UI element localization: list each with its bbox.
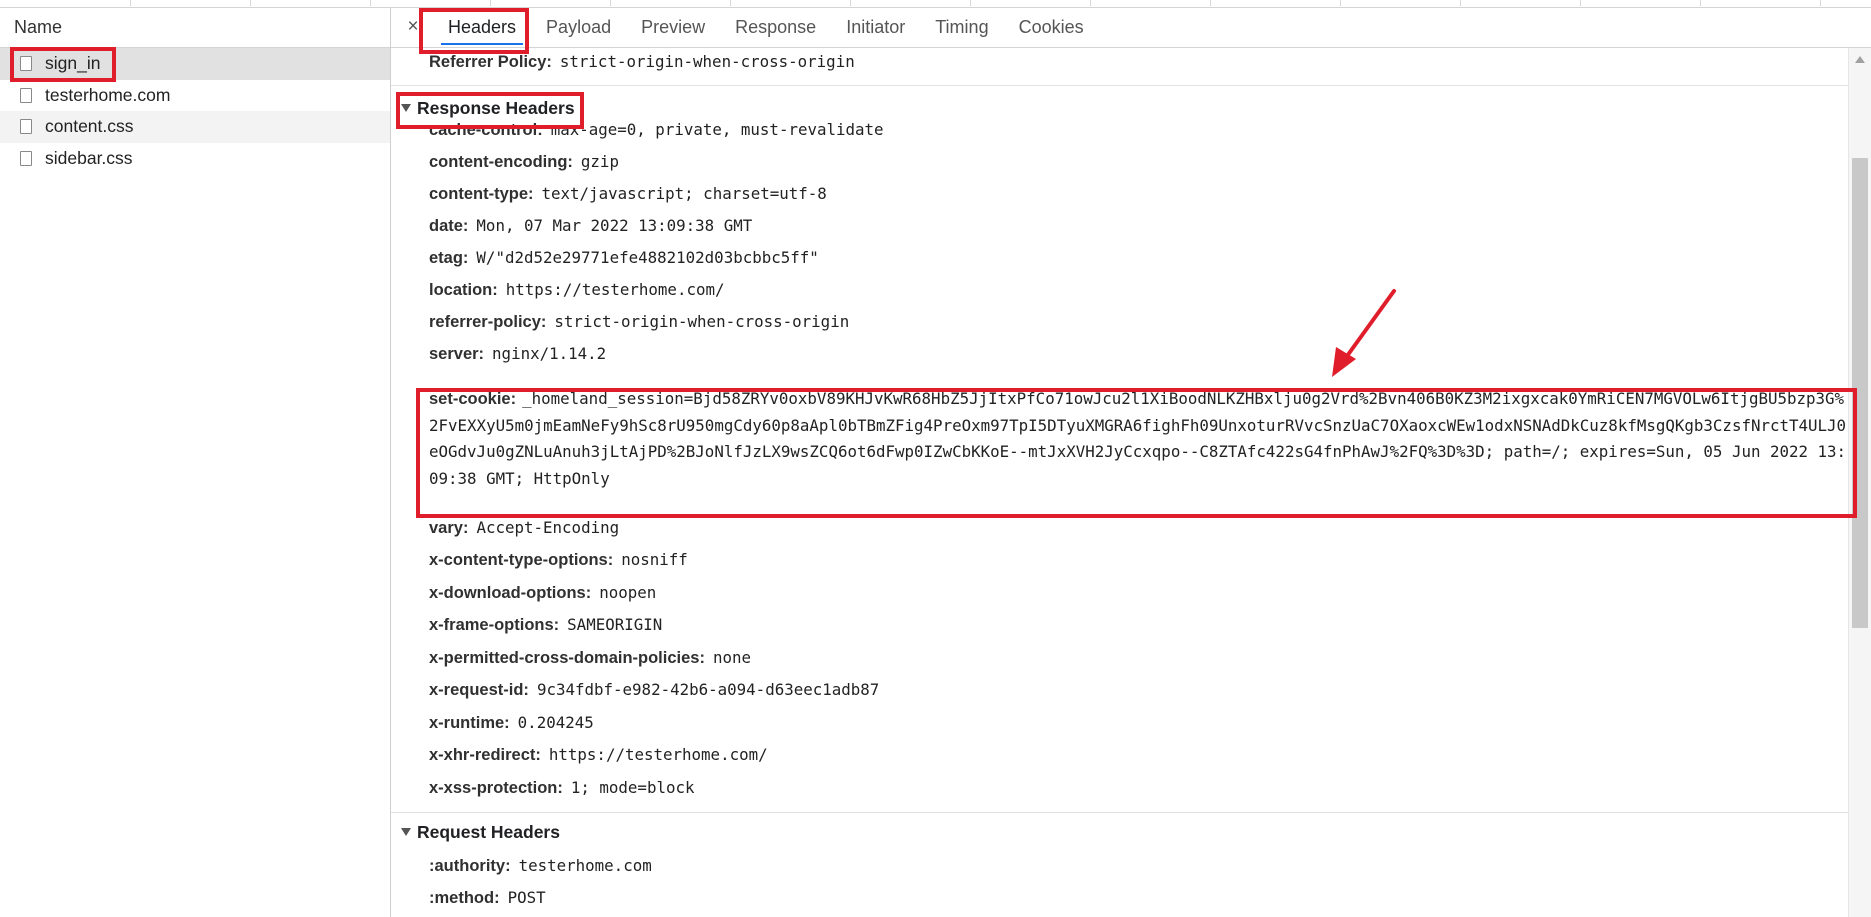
header-value: SAMEORIGIN — [567, 615, 663, 634]
header-key: server: — [429, 345, 485, 363]
request-list-panel: Name sign_in testerhome.com content.css … — [0, 7, 391, 917]
header-value: none — [712, 648, 752, 667]
header-row: x-download-options: noopen — [429, 583, 656, 603]
header-value: max-age=0, private, must-revalidate — [550, 120, 884, 139]
header-value: text/javascript; charset=utf-8 — [541, 184, 827, 203]
annotation-box-sign-in — [10, 47, 116, 82]
annotation-box-headers-tab — [419, 8, 529, 54]
header-value: https://testerhome.com/ — [505, 280, 725, 299]
request-name: testerhome.com — [45, 84, 171, 105]
header-value: gzip — [580, 152, 619, 171]
header-key: x-frame-options: — [429, 616, 560, 634]
header-key: vary: — [429, 519, 469, 537]
section-title: Request Headers — [417, 822, 560, 842]
name-column-label: Name — [14, 16, 63, 37]
tab-preview[interactable]: Preview — [626, 7, 720, 47]
request-item-content-css[interactable]: content.css — [0, 111, 390, 143]
header-value: 1; mode=block — [570, 778, 695, 797]
header-row: x-runtime: 0.204245 — [429, 713, 594, 733]
file-icon — [20, 119, 32, 135]
header-key: Referrer Policy: — [429, 53, 552, 71]
header-value: 9c34fdbf-e982-42b6-a094-d63eec1adb87 — [536, 680, 880, 699]
header-row: x-content-type-options: nosniff — [429, 550, 688, 570]
header-value: Accept-Encoding — [476, 518, 620, 537]
header-key: x-download-options: — [429, 584, 592, 602]
tab-initiator[interactable]: Initiator — [831, 7, 920, 47]
header-value: 0.204245 — [517, 713, 594, 732]
header-row: location: https://testerhome.com/ — [429, 280, 725, 300]
header-key: x-xss-protection: — [429, 779, 563, 797]
header-key: :method: — [429, 889, 500, 907]
annotation-arrow-icon — [1332, 289, 1396, 377]
header-row: x-frame-options: SAMEORIGIN — [429, 615, 662, 635]
request-name: content.css — [45, 116, 134, 137]
header-value: W/"d2d52e29771efe4882102d03bcbbc5ff" — [476, 248, 819, 267]
header-value: nosniff — [621, 550, 688, 569]
header-value: Mon, 07 Mar 2022 13:09:38 GMT — [476, 216, 753, 235]
name-column-header[interactable]: Name — [0, 7, 390, 48]
header-key: date: — [429, 217, 469, 235]
scroll-up-arrow-icon[interactable] — [1855, 56, 1865, 63]
header-key: x-permitted-cross-domain-policies: — [429, 649, 705, 667]
header-key: content-encoding: — [429, 153, 573, 171]
header-key: etag: — [429, 249, 469, 267]
header-key: referrer-policy: — [429, 313, 547, 331]
header-row: x-request-id: 9c34fdbf-e982-42b6-a094-d63… — [429, 680, 879, 700]
header-value: nginx/1.14.2 — [492, 344, 607, 363]
request-name: sidebar.css — [45, 147, 133, 168]
header-value: strict-origin-when-cross-origin — [554, 312, 850, 331]
header-row: x-xhr-redirect: https://testerhome.com/ — [429, 745, 768, 765]
header-value: POST — [507, 888, 546, 907]
header-key: x-runtime: — [429, 714, 510, 732]
request-item-sidebar-css[interactable]: sidebar.css — [0, 143, 390, 175]
header-row: etag: W/"d2d52e29771efe4882102d03bcbbc5ff… — [429, 248, 819, 268]
header-row: x-permitted-cross-domain-policies: none — [429, 648, 751, 668]
header-row: :method: POST — [429, 888, 546, 908]
header-row: content-type: text/javascript; charset=ut… — [429, 184, 827, 204]
header-key: x-xhr-redirect: — [429, 746, 541, 764]
header-value: strict-origin-when-cross-origin — [559, 52, 855, 71]
header-value: https://testerhome.com/ — [548, 745, 768, 764]
header-key: :authority: — [429, 857, 511, 875]
header-key: content-type: — [429, 185, 534, 203]
header-key: x-request-id: — [429, 681, 529, 699]
disclosure-triangle-icon — [401, 828, 411, 837]
header-value: testerhome.com — [518, 856, 652, 875]
section-divider — [391, 812, 1848, 813]
annotation-box-response-headers — [396, 92, 584, 129]
annotation-box-set-cookie — [416, 388, 1857, 518]
header-value: noopen — [599, 583, 657, 602]
header-row: vary: Accept-Encoding — [429, 518, 619, 538]
header-row: content-encoding: gzip — [429, 152, 619, 172]
tab-cookies[interactable]: Cookies — [1004, 7, 1099, 47]
tab-payload[interactable]: Payload — [531, 7, 626, 47]
file-icon — [20, 87, 32, 103]
detail-tab-bar: × Headers Payload Preview Response Initi… — [391, 7, 1871, 48]
header-row: server: nginx/1.14.2 — [429, 344, 606, 364]
header-row: x-xss-protection: 1; mode=block — [429, 778, 695, 798]
header-row: :authority: testerhome.com — [429, 856, 652, 876]
header-key: x-content-type-options: — [429, 551, 614, 569]
header-row: date: Mon, 07 Mar 2022 13:09:38 GMT — [429, 216, 752, 236]
request-headers-section-title[interactable]: Request Headers — [401, 822, 560, 843]
tab-timing[interactable]: Timing — [920, 7, 1003, 47]
header-row: Referrer Policy: strict-origin-when-cross… — [429, 52, 855, 72]
tab-response[interactable]: Response — [720, 7, 831, 47]
request-item-testerhome[interactable]: testerhome.com — [0, 80, 390, 112]
file-icon — [20, 150, 32, 166]
section-divider — [391, 85, 1848, 86]
header-row: referrer-policy: strict-origin-when-cross… — [429, 312, 849, 332]
header-key: location: — [429, 281, 498, 299]
